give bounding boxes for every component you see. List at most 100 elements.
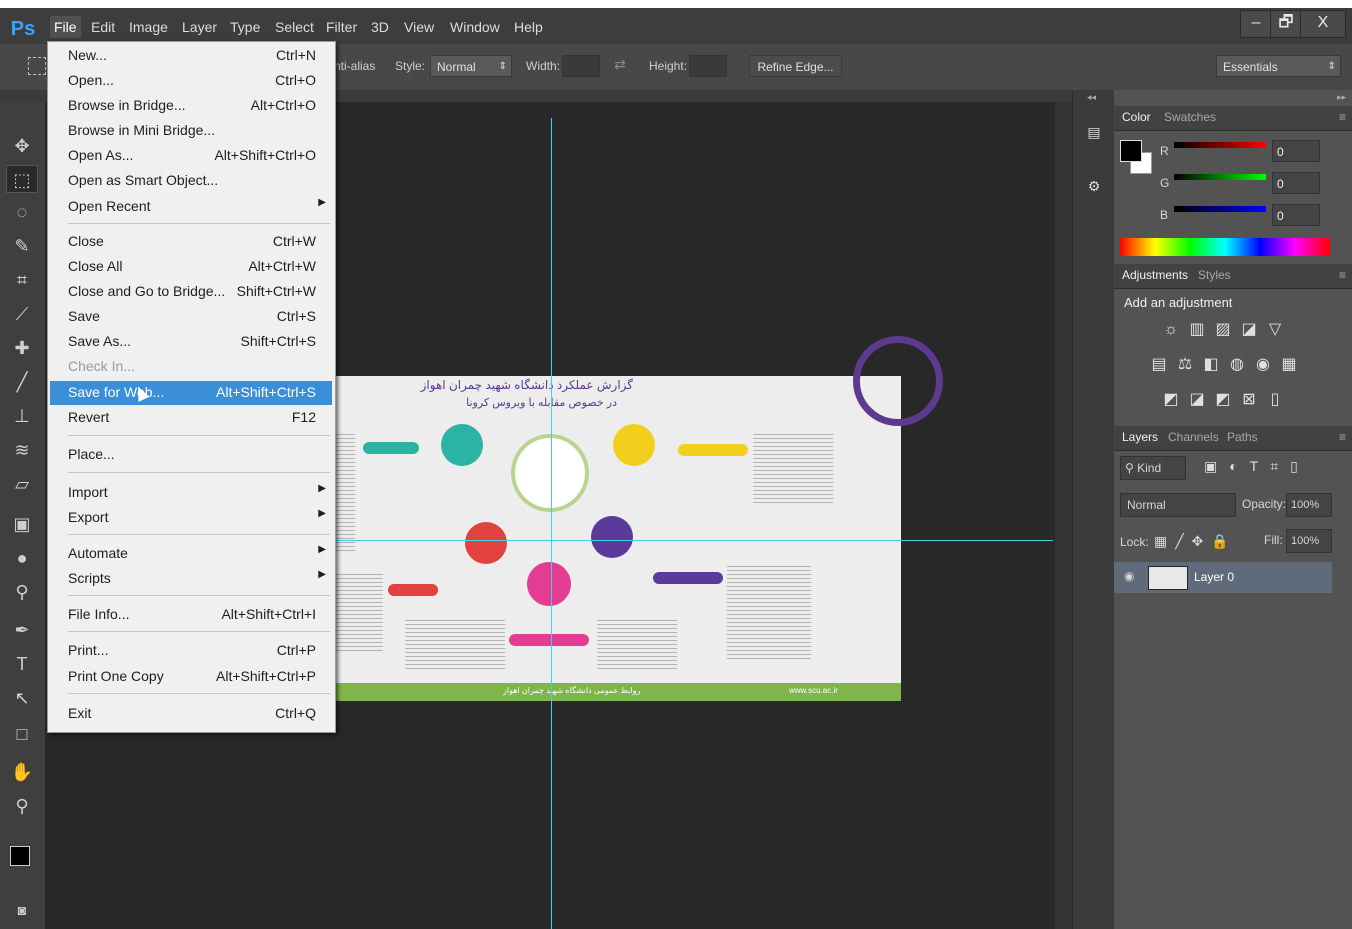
menu-item-save-as[interactable]: Save As... Shift+Ctrl+S: [50, 330, 332, 354]
hand-tool-icon[interactable]: ✋: [6, 758, 38, 786]
rectangle-tool-icon[interactable]: □: [6, 720, 38, 748]
posterize-icon[interactable]: ◪: [1186, 389, 1208, 411]
quick-mask-icon[interactable]: ◙: [6, 896, 38, 924]
menu-item-open-as[interactable]: Open As... Alt+Shift+Ctrl+O: [50, 144, 332, 168]
menu-item-export[interactable]: Export ▶: [50, 506, 332, 530]
tab-paths[interactable]: Paths: [1227, 430, 1258, 444]
pen-tool-icon[interactable]: ✒: [6, 616, 38, 644]
eyedropper-tool-icon[interactable]: ⟋: [6, 300, 38, 328]
menu-item-exit[interactable]: Exit Ctrl+Q: [50, 702, 332, 726]
style-select[interactable]: Normal ⇕: [430, 55, 512, 77]
menu-item-save[interactable]: Save Ctrl+S: [50, 305, 332, 329]
menu-item-browse-bridge[interactable]: Browse in Bridge... Alt+Ctrl+O: [50, 94, 332, 118]
menu-item-open[interactable]: Open... Ctrl+O: [50, 69, 332, 93]
fill-field[interactable]: 100%: [1286, 529, 1332, 553]
color-balance-icon[interactable]: ⚖: [1174, 354, 1196, 376]
quick-select-tool-icon[interactable]: ✎: [6, 232, 38, 260]
swap-icon[interactable]: ⇄: [614, 56, 626, 73]
tab-adjustments[interactable]: Adjustments: [1122, 268, 1188, 282]
menu-file[interactable]: File: [50, 16, 81, 38]
panel-menu-icon[interactable]: ≡: [1339, 268, 1346, 282]
color-lookup-icon[interactable]: ▦: [1278, 354, 1300, 376]
menu-item-close-go-bridge[interactable]: Close and Go to Bridge... Shift+Ctrl+W: [50, 280, 332, 304]
horizontal-guide[interactable]: [333, 540, 1053, 541]
menu-item-revert[interactable]: Revert F12: [50, 406, 332, 430]
type-tool-icon[interactable]: T: [6, 650, 38, 678]
red-slider[interactable]: [1174, 142, 1266, 148]
width-input[interactable]: [562, 55, 600, 77]
menu-item-new[interactable]: New... Ctrl+N: [50, 44, 332, 68]
menu-item-open-recent[interactable]: Open Recent ▶: [50, 195, 332, 219]
path-select-icon[interactable]: ↖: [6, 684, 38, 712]
hue-saturation-icon[interactable]: ▤: [1148, 354, 1170, 376]
healing-brush-icon[interactable]: ✚: [6, 334, 38, 362]
properties-panel-icon[interactable]: ⚙: [1083, 178, 1105, 200]
gradient-tool-icon[interactable]: ▣: [6, 510, 38, 538]
menu-item-close[interactable]: Close Ctrl+W: [50, 230, 332, 254]
photo-filter-icon[interactable]: ◍: [1226, 354, 1248, 376]
menu-item-close-all[interactable]: Close All Alt+Ctrl+W: [50, 255, 332, 279]
menu-item-print-one-copy[interactable]: Print One Copy Alt+Shift+Ctrl+P: [50, 665, 332, 689]
curves-icon[interactable]: ▨: [1212, 319, 1234, 341]
marquee-preset-icon[interactable]: [28, 57, 46, 75]
lasso-tool-icon[interactable]: ◌: [6, 198, 38, 226]
vertical-guide[interactable]: [551, 118, 552, 929]
blue-slider[interactable]: [1174, 206, 1266, 212]
restore-button[interactable]: 🗗: [1270, 10, 1302, 38]
menu-item-place[interactable]: Place...: [50, 443, 332, 467]
brightness-icon[interactable]: ☼: [1160, 319, 1182, 341]
tab-color[interactable]: Color: [1122, 110, 1151, 124]
menu-help[interactable]: Help: [510, 16, 547, 38]
opacity-field[interactable]: 100%: [1286, 493, 1332, 517]
blend-mode-select[interactable]: Normal: [1120, 493, 1236, 517]
eraser-tool-icon[interactable]: ▱: [6, 470, 38, 498]
channel-mixer-icon[interactable]: ◉: [1252, 354, 1274, 376]
history-brush-icon[interactable]: ≋: [6, 436, 38, 464]
exposure-icon[interactable]: ◪: [1238, 319, 1260, 341]
menu-item-file-info[interactable]: File Info... Alt+Shift+Ctrl+I: [50, 603, 332, 627]
minimize-button[interactable]: –: [1240, 10, 1272, 38]
green-value-field[interactable]: 0: [1272, 172, 1320, 194]
invert-icon[interactable]: ◩: [1160, 389, 1182, 411]
height-input[interactable]: [689, 55, 727, 77]
dodge-tool-icon[interactable]: ⚲: [6, 578, 38, 606]
crop-tool-icon[interactable]: ⌗: [6, 266, 38, 294]
menu-window[interactable]: Window: [446, 16, 504, 38]
menu-3d[interactable]: 3D: [367, 16, 393, 38]
menu-view[interactable]: View: [400, 16, 438, 38]
panel-menu-icon[interactable]: ≡: [1339, 430, 1346, 444]
document-image[interactable]: گزارش عملکرد دانشگاه شهید چمران اهواز در…: [333, 336, 943, 701]
menu-item-import[interactable]: Import ▶: [50, 481, 332, 505]
menu-edit[interactable]: Edit: [87, 16, 119, 38]
vibrance-icon[interactable]: ▽: [1264, 319, 1286, 341]
levels-icon[interactable]: ▥: [1186, 319, 1208, 341]
panel-menu-icon[interactable]: ≡: [1339, 110, 1346, 124]
foreground-color-swatch[interactable]: [1120, 140, 1142, 162]
foreground-color-swatch[interactable]: [10, 846, 30, 866]
close-window-button[interactable]: X: [1300, 10, 1346, 38]
refine-edge-button[interactable]: Refine Edge...: [749, 55, 842, 77]
visibility-eye-icon[interactable]: ◉: [1124, 569, 1134, 583]
menu-layer[interactable]: Layer: [178, 16, 221, 38]
blur-tool-icon[interactable]: ●: [6, 544, 38, 572]
menu-image[interactable]: Image: [125, 16, 172, 38]
menu-item-print[interactable]: Print... Ctrl+P: [50, 639, 332, 663]
layer-filter-icons[interactable]: ▣◐T⌗▯: [1204, 458, 1310, 475]
clone-stamp-icon[interactable]: ⊥: [6, 402, 38, 430]
move-tool-icon[interactable]: ✥: [6, 132, 38, 160]
gradient-map-icon[interactable]: ▯: [1264, 389, 1286, 411]
menu-item-open-smart-object[interactable]: Open as Smart Object...: [50, 169, 332, 193]
menu-select[interactable]: Select: [271, 16, 318, 38]
tab-layers[interactable]: Layers: [1122, 430, 1158, 444]
color-spectrum-bar[interactable]: [1120, 238, 1330, 256]
menu-filter[interactable]: Filter: [322, 16, 361, 38]
blue-value-field[interactable]: 0: [1272, 204, 1320, 226]
tab-styles[interactable]: Styles: [1198, 268, 1231, 282]
marquee-tool-icon[interactable]: ⬚: [6, 165, 38, 193]
menu-item-save-for-web[interactable]: Save for Web... Alt+Shift+Ctrl+S: [50, 381, 332, 405]
black-white-icon[interactable]: ◧: [1200, 354, 1222, 376]
layer-filter-select[interactable]: ⚲ Kind: [1120, 456, 1186, 480]
menu-item-automate[interactable]: Automate ▶: [50, 542, 332, 566]
lock-icons[interactable]: ▦╱✥🔒: [1154, 533, 1237, 550]
menu-type[interactable]: Type: [226, 16, 264, 38]
